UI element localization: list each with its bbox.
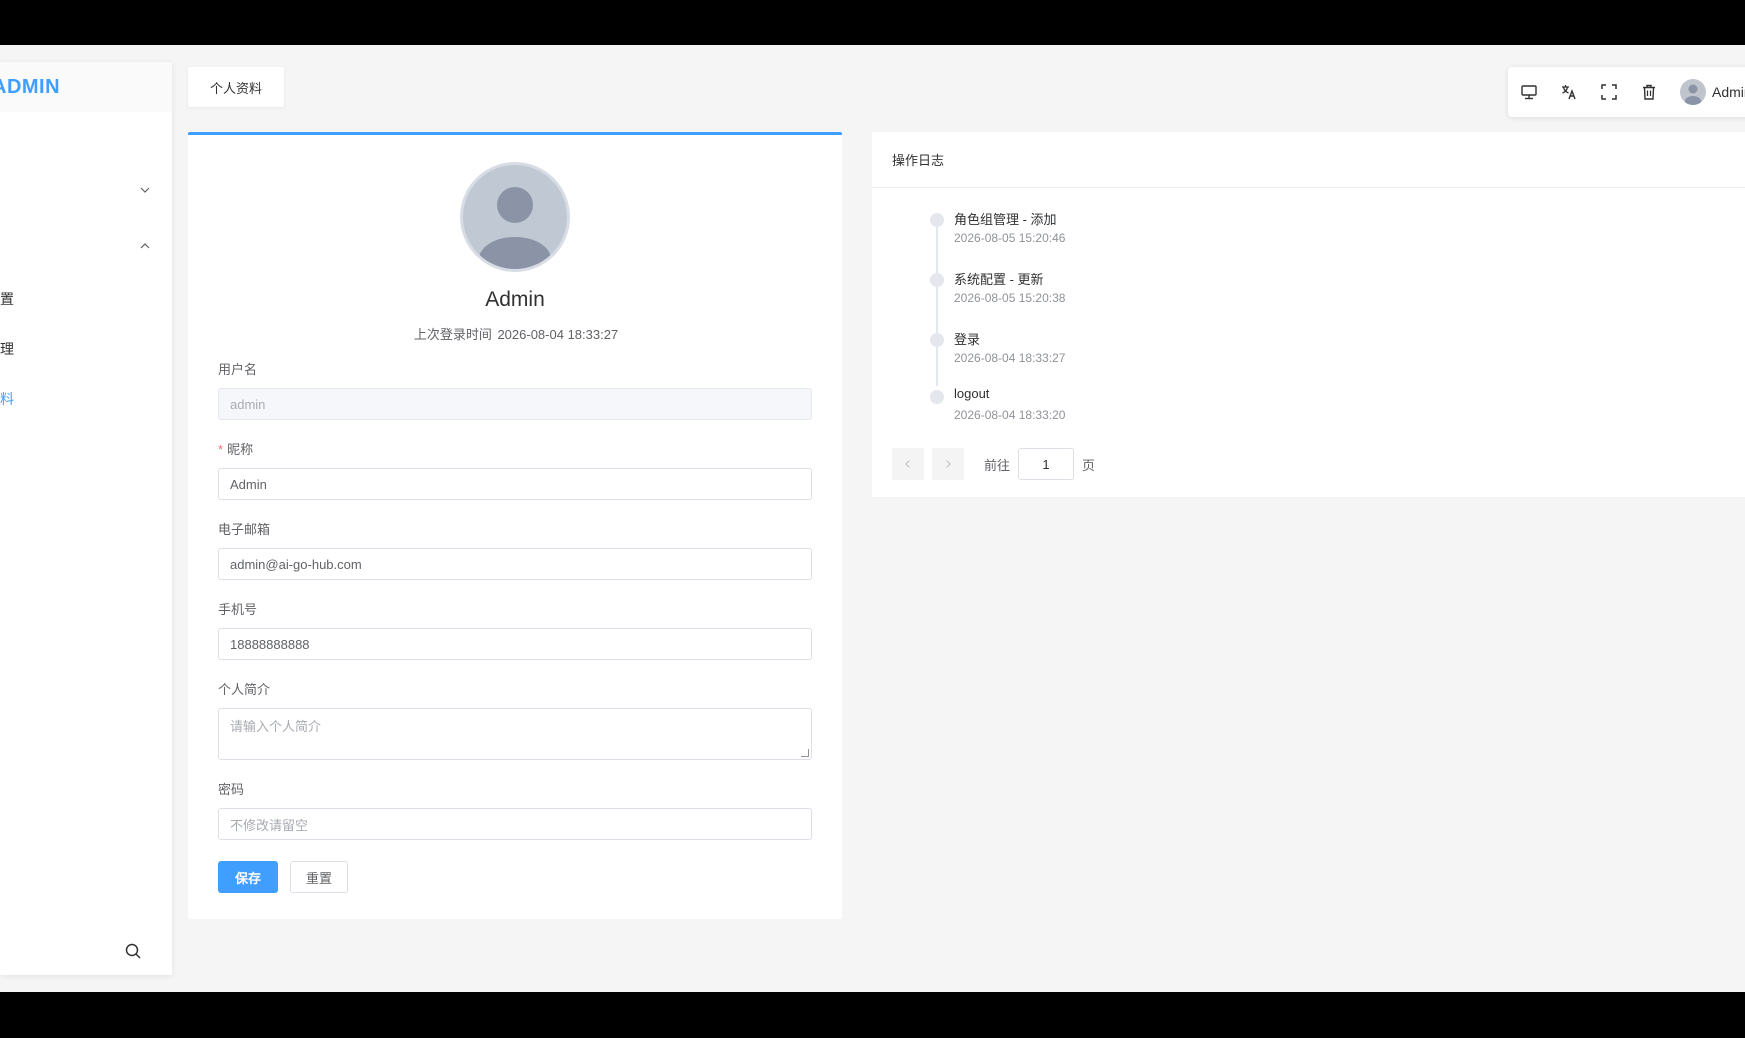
- profile-name: Admin: [485, 288, 545, 311]
- goto-label: 前往: [984, 457, 1011, 473]
- timeline-time: 2026-08-05 15:20:38: [954, 291, 1066, 305]
- sidebar-subitem-file-manage[interactable]: 件管理: [0, 324, 172, 374]
- chevron-right-icon: [946, 460, 951, 468]
- page-unit-label: 页: [1082, 457, 1096, 473]
- timeline-line: [936, 216, 938, 386]
- translate-icon[interactable]: [1560, 83, 1578, 101]
- timeline-dot: [930, 213, 944, 227]
- chevron-down-icon: [140, 187, 150, 193]
- timeline-time: 2026-08-04 18:33:27: [954, 351, 1066, 365]
- next-page-button[interactable]: [932, 448, 964, 480]
- search-icon[interactable]: [124, 942, 142, 960]
- bio-textarea[interactable]: 请输入个人简介: [218, 708, 812, 760]
- reset-button[interactable]: 重置: [290, 861, 348, 893]
- nickname-value: Admin: [230, 476, 267, 492]
- last-login-label: 上次登录时间: [413, 327, 492, 342]
- username-label: 用户名: [218, 362, 258, 377]
- prev-page-button[interactable]: [892, 448, 924, 480]
- sidebar-item-collapsed[interactable]: 理: [0, 162, 172, 218]
- profile-avatar[interactable]: [460, 162, 570, 272]
- username-value: admin: [230, 396, 266, 412]
- sidebar-subitem-label: 统配置: [0, 291, 14, 307]
- nickname-field[interactable]: Admin: [218, 468, 812, 500]
- username-field: admin: [218, 388, 812, 420]
- chevron-left-icon: [905, 460, 910, 468]
- tab-label: 个人资料: [209, 80, 262, 96]
- user-name[interactable]: Admin: [1712, 84, 1745, 100]
- tab-profile[interactable]: 个人资料: [188, 67, 284, 107]
- timeline-time: 2026-08-04 18:33:20: [954, 408, 1066, 422]
- log-title: 操作日志: [892, 153, 945, 168]
- timeline-title: 登录: [954, 332, 981, 347]
- logo-area: ADMIN: [0, 62, 172, 112]
- email-label: 电子邮箱: [218, 522, 271, 537]
- sidebar-item-expanded[interactable]: 理: [0, 218, 172, 274]
- avatar[interactable]: [1680, 79, 1706, 105]
- save-button[interactable]: 保存: [218, 861, 278, 893]
- password-label: 密码: [218, 782, 245, 797]
- divider: [872, 187, 1745, 188]
- timeline-time: 2026-08-05 15:20:46: [954, 231, 1066, 245]
- timeline-dot: [930, 273, 944, 287]
- pagination: 前往 1 页: [892, 448, 1095, 480]
- monitor-icon[interactable]: [1520, 83, 1538, 101]
- trash-icon[interactable]: [1640, 83, 1658, 101]
- resize-handle-icon[interactable]: [801, 749, 809, 757]
- sidebar: ADMIN 理 理 统配置 件管理 人资料: [0, 62, 172, 975]
- mobile-value: 18888888888: [230, 636, 310, 652]
- header-toolbar: Admin: [1508, 67, 1745, 117]
- email-field[interactable]: admin@ai-go-hub.com: [218, 548, 812, 580]
- sidebar-subitem-system-config[interactable]: 统配置: [0, 274, 172, 324]
- timeline-title: logout: [954, 386, 990, 401]
- sidebar-menu: 理 理 统配置 件管理 人资料: [0, 162, 172, 424]
- mobile-field[interactable]: 18888888888: [218, 628, 812, 660]
- timeline-dot: [930, 333, 944, 347]
- last-login-time: 2026-08-04 18:33:27: [497, 327, 619, 342]
- sidebar-subitem-label: 人资料: [0, 391, 14, 407]
- bio-label: 个人简介: [218, 682, 271, 697]
- sidebar-subitem-label: 件管理: [0, 341, 14, 357]
- email-value: admin@ai-go-hub.com: [230, 556, 362, 572]
- mobile-label: 手机号: [218, 602, 258, 617]
- timeline-title: 角色组管理 - 添加: [954, 212, 1057, 227]
- last-login: 上次登录时间 2026-08-04 18:33:27: [188, 324, 842, 343]
- timeline-dot: [930, 390, 944, 404]
- bio-placeholder: 请输入个人简介: [230, 719, 322, 734]
- nickname-label: * 昵称: [218, 439, 253, 458]
- page-number-input[interactable]: 1: [1018, 448, 1075, 480]
- password-placeholder: 不修改请留空: [230, 817, 309, 833]
- profile-card: Admin 上次登录时间 2026-08-04 18:33:27 用户名 adm…: [188, 132, 842, 919]
- timeline-title: 系统配置 - 更新: [954, 272, 1044, 287]
- fullscreen-icon[interactable]: [1600, 83, 1618, 101]
- nickname-label-text: 昵称: [227, 442, 254, 457]
- chevron-up-icon: [140, 243, 150, 249]
- required-mark: *: [218, 442, 224, 457]
- app-screen: ADMIN 理 理 统配置 件管理 人资料 个人资料: [0, 45, 1745, 992]
- password-field[interactable]: 不修改请留空: [218, 808, 812, 840]
- operation-log-card: 操作日志 角色组管理 - 添加 2026-08-05 15:20:46 系统配置…: [872, 132, 1745, 497]
- logo-text: ADMIN: [0, 75, 61, 98]
- sidebar-subitem-profile[interactable]: 人资料: [0, 374, 172, 424]
